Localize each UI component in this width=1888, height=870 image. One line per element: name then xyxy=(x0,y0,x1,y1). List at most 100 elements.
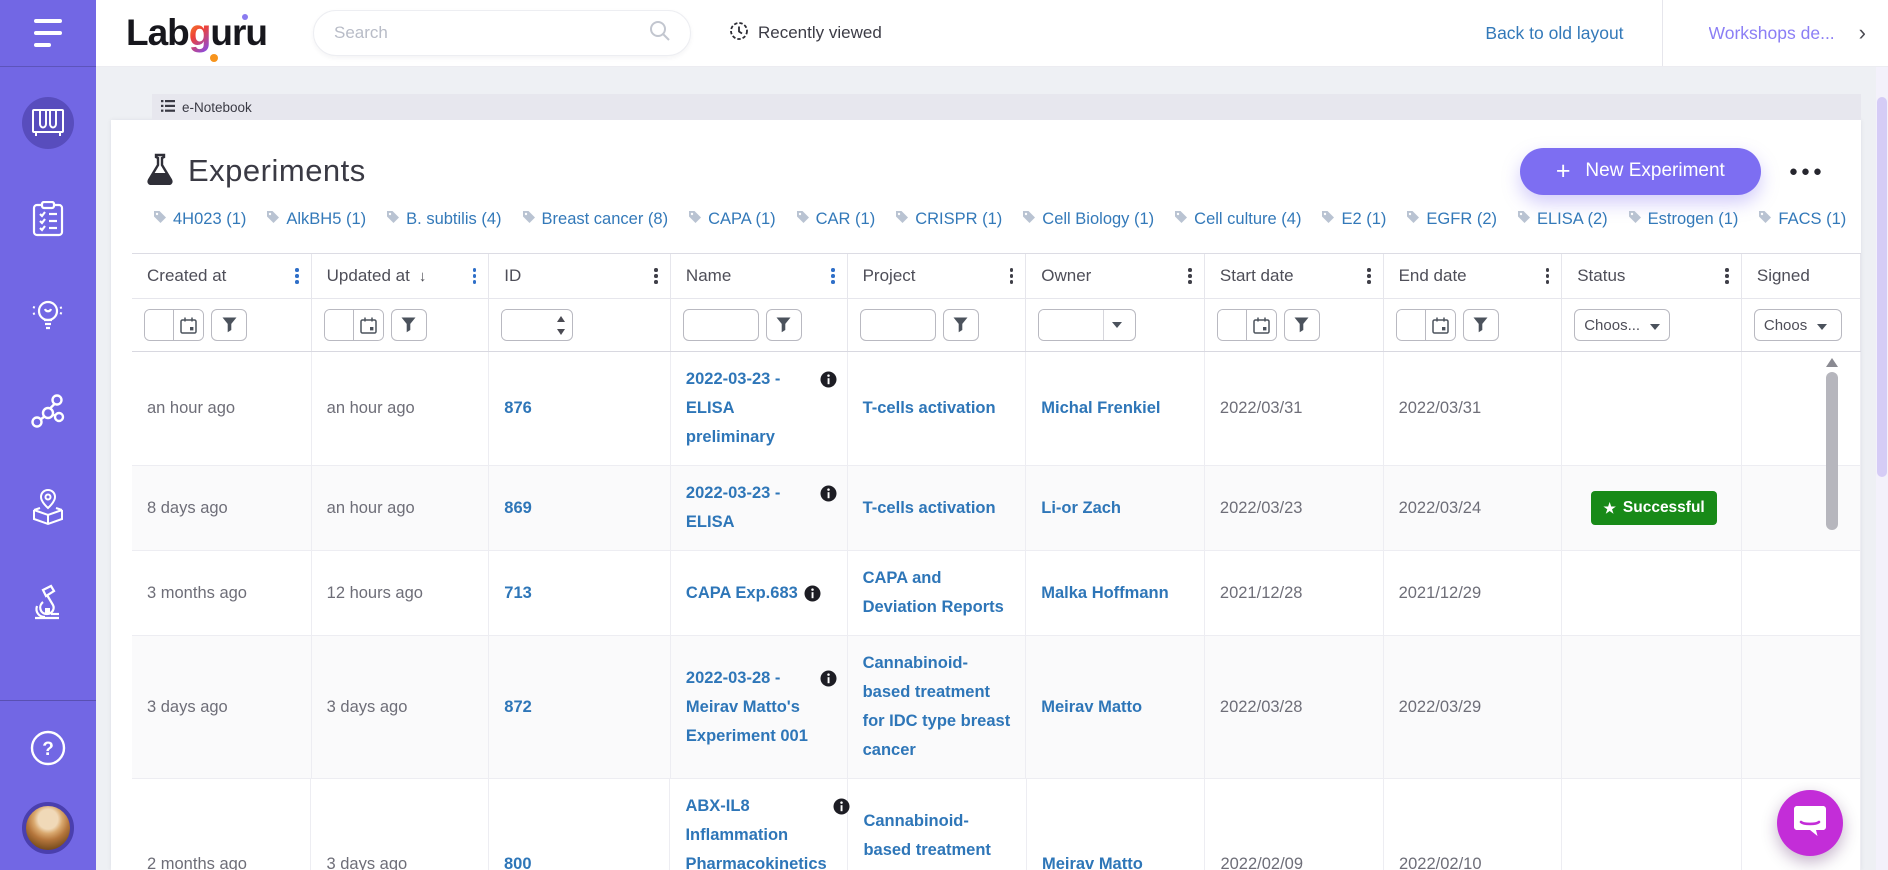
date-filter-input[interactable] xyxy=(1218,310,1246,340)
tag-filter[interactable]: Cell culture (4) xyxy=(1174,210,1301,229)
project-filter-input[interactable] xyxy=(860,309,936,341)
column-header-id[interactable]: ID xyxy=(489,254,671,298)
filter-funnel-button[interactable] xyxy=(766,309,802,341)
filter-funnel-button[interactable] xyxy=(1284,309,1320,341)
column-header-owner[interactable]: Owner xyxy=(1026,254,1205,298)
sort-desc-icon[interactable]: ↓ xyxy=(419,268,427,285)
filter-funnel-button[interactable] xyxy=(1463,309,1499,341)
experiment-id-link[interactable]: 800 xyxy=(504,850,532,870)
project-link[interactable]: Cannabinoid-based treatment for IDC type… xyxy=(863,807,1016,870)
info-icon[interactable] xyxy=(833,798,850,820)
experiment-name-link[interactable]: 2022-03-28 - Meirav Matto's Experiment 0… xyxy=(686,664,814,751)
owner-link[interactable]: Michal Frenkiel xyxy=(1041,394,1160,423)
filter-funnel-button[interactable] xyxy=(391,309,427,341)
column-menu-icon[interactable] xyxy=(650,264,662,288)
table-scrollbar-thumb[interactable] xyxy=(1826,372,1838,530)
date-filter-input[interactable] xyxy=(1397,310,1425,340)
tag-filter[interactable]: EGFR (2) xyxy=(1406,210,1497,229)
page-scrollbar-thumb[interactable] xyxy=(1877,97,1887,477)
info-icon[interactable] xyxy=(820,371,837,393)
column-menu-icon[interactable] xyxy=(1542,264,1554,288)
hamburger-menu-icon[interactable] xyxy=(34,19,62,47)
molecule-icon[interactable] xyxy=(22,385,74,437)
breadcrumb-e-notebook[interactable]: e-Notebook xyxy=(152,94,1861,120)
microscope-icon[interactable] xyxy=(22,577,74,629)
scroll-up-icon[interactable] xyxy=(1826,358,1838,367)
tag-filter[interactable]: Estrogen (1) xyxy=(1628,210,1739,229)
name-filter-input[interactable] xyxy=(683,309,759,341)
column-menu-icon[interactable] xyxy=(469,264,481,288)
tag-filter[interactable]: Breast cancer (8) xyxy=(522,210,669,229)
calendar-icon[interactable] xyxy=(1425,310,1455,340)
lightbulb-icon[interactable] xyxy=(22,289,74,341)
column-header-created-at[interactable]: Created at xyxy=(132,254,312,298)
column-header-start-date[interactable]: Start date xyxy=(1205,254,1384,298)
new-experiment-button[interactable]: + New Experiment xyxy=(1520,148,1761,195)
column-header-project[interactable]: Project xyxy=(848,254,1027,298)
page-scrollbar[interactable] xyxy=(1876,67,1888,870)
storage-box-icon[interactable] xyxy=(22,481,74,533)
experiment-id-link[interactable]: 713 xyxy=(504,579,532,608)
project-link[interactable]: T-cells activation xyxy=(863,494,996,523)
search-icon[interactable] xyxy=(649,20,670,46)
column-menu-icon[interactable] xyxy=(827,264,839,288)
dropdown-caret-icon[interactable] xyxy=(1103,310,1129,340)
tag-filter[interactable]: AlkBH5 (1) xyxy=(266,210,366,229)
column-menu-icon[interactable] xyxy=(1363,264,1375,288)
column-header-updated-at[interactable]: Updated at↓ xyxy=(312,254,490,298)
project-link[interactable]: T-cells activation xyxy=(863,394,996,423)
experiment-name-link[interactable]: ABX-IL8 Inflammation Pharmacokinetics wi… xyxy=(685,792,826,870)
table-scrollbar[interactable] xyxy=(1825,354,1839,870)
column-menu-icon[interactable] xyxy=(1184,264,1196,288)
tag-filter[interactable]: FACS (1) xyxy=(1758,210,1846,229)
tag-filter[interactable]: B. subtilis (4) xyxy=(386,210,501,229)
workshops-link[interactable]: Workshops de... xyxy=(1709,23,1835,44)
column-header-end-date[interactable]: End date xyxy=(1384,254,1563,298)
user-avatar[interactable] xyxy=(22,802,74,854)
clipboard-checklist-icon[interactable] xyxy=(22,193,74,245)
experiment-id-link[interactable]: 872 xyxy=(504,693,532,722)
tag-filter[interactable]: CAPA (1) xyxy=(688,210,776,229)
experiment-name-link[interactable]: CAPA Exp.683 xyxy=(686,579,798,608)
tag-filter[interactable]: CRISPR (1) xyxy=(895,210,1002,229)
search-input[interactable] xyxy=(334,23,649,43)
experiment-id-link[interactable]: 869 xyxy=(504,494,532,523)
chevron-right-icon[interactable]: › xyxy=(1859,20,1866,46)
tag-filter[interactable]: E2 (1) xyxy=(1321,210,1386,229)
owner-link[interactable]: Meirav Matto xyxy=(1042,850,1143,870)
calendar-icon[interactable] xyxy=(353,310,383,340)
back-to-old-layout-link[interactable]: Back to old layout xyxy=(1485,23,1623,44)
owner-link[interactable]: Li-or Zach xyxy=(1041,494,1121,523)
filter-funnel-button[interactable] xyxy=(943,309,979,341)
owner-filter-combo[interactable] xyxy=(1038,309,1136,341)
status-filter-select[interactable]: Choos... xyxy=(1574,309,1670,341)
owner-link[interactable]: Meirav Matto xyxy=(1041,693,1142,722)
recently-viewed-button[interactable]: Recently viewed xyxy=(729,21,882,46)
more-options-button[interactable]: ●●● xyxy=(1789,163,1825,180)
signed-filter-select[interactable]: Choos xyxy=(1754,309,1842,341)
tag-filter[interactable]: Cell Biology (1) xyxy=(1022,210,1154,229)
tag-filter[interactable]: 4H023 (1) xyxy=(153,210,246,229)
project-link[interactable]: Cannabinoid-based treatment for IDC type… xyxy=(863,649,1016,765)
id-filter-input[interactable] xyxy=(502,310,550,340)
info-icon[interactable] xyxy=(820,485,837,507)
owner-filter-input[interactable] xyxy=(1039,310,1103,340)
filter-funnel-button[interactable] xyxy=(211,309,247,341)
date-filter-input[interactable] xyxy=(145,310,173,340)
tag-filter[interactable]: CAR (1) xyxy=(796,210,876,229)
column-menu-icon[interactable] xyxy=(291,264,303,288)
project-link[interactable]: CAPA and Deviation Reports xyxy=(863,564,1016,622)
owner-link[interactable]: Malka Hoffmann xyxy=(1041,579,1168,608)
help-icon[interactable]: ? xyxy=(29,729,67,772)
calendar-icon[interactable] xyxy=(173,310,203,340)
experiment-name-link[interactable]: 2022-03-23 - ELISA preliminary xyxy=(686,365,814,452)
labguru-logo[interactable]: Labguru xyxy=(126,12,267,54)
test-tube-rack-icon[interactable] xyxy=(22,97,74,149)
calendar-icon[interactable] xyxy=(1246,310,1276,340)
experiment-id-link[interactable]: 876 xyxy=(504,394,532,423)
column-menu-icon[interactable] xyxy=(1006,264,1018,288)
column-menu-icon[interactable] xyxy=(1721,264,1733,288)
column-header-signed[interactable]: Signed xyxy=(1742,254,1861,298)
column-header-status[interactable]: Status xyxy=(1562,254,1742,298)
info-icon[interactable] xyxy=(820,670,837,692)
